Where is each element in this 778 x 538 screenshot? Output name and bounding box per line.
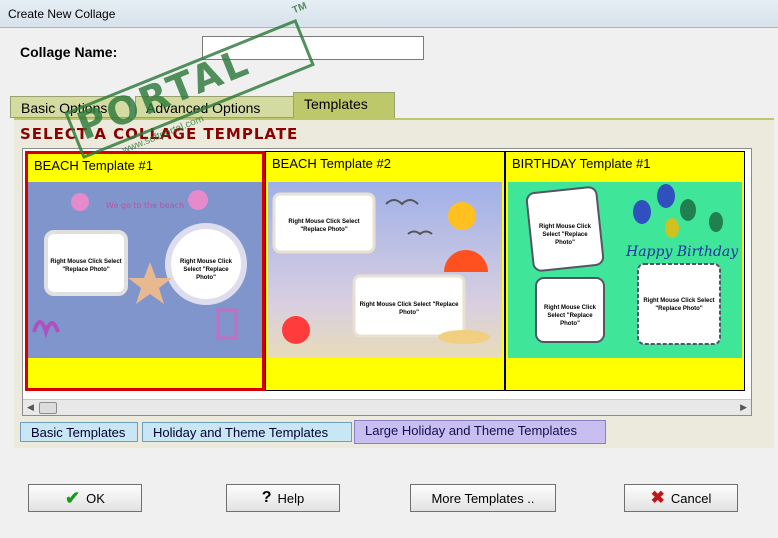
scroll-right-icon[interactable]: ▶ bbox=[740, 402, 747, 413]
template-title: BIRTHDAY Template #1 bbox=[512, 156, 651, 171]
photo-placeholder[interactable]: Right Mouse Click Select "Replace Photo" bbox=[356, 278, 462, 334]
template-title: BEACH Template #1 bbox=[34, 158, 153, 173]
photo-placeholder[interactable]: Right Mouse Click Select "Replace Photo" bbox=[640, 266, 718, 342]
cancel-button[interactable]: ✖ Cancel bbox=[624, 484, 738, 512]
ok-button[interactable]: ✔ OK bbox=[28, 484, 142, 512]
collage-name-label: Collage Name: bbox=[20, 44, 118, 60]
close-icon: ✖ bbox=[650, 488, 665, 507]
photo-placeholder[interactable]: Right Mouse Click Select "Replace Photo" bbox=[48, 234, 124, 292]
tab-basic-options[interactable]: Basic Options bbox=[10, 96, 130, 118]
tab-holiday-theme-templates[interactable]: Holiday and Theme Templates bbox=[142, 422, 352, 442]
template-card-beach-1[interactable]: BEACH Template #1 We go to the beach Rig… bbox=[25, 151, 265, 391]
scroll-left-icon[interactable]: ◀ bbox=[27, 402, 34, 413]
template-title: BEACH Template #2 bbox=[272, 156, 391, 171]
photo-placeholder[interactable]: Right Mouse Click Select "Replace Photo" bbox=[276, 196, 372, 250]
photo-placeholder[interactable]: Right Mouse Click Select "Replace Photo" bbox=[172, 230, 240, 298]
help-button[interactable]: ? Help bbox=[226, 484, 340, 512]
template-preview-beach-2: Right Mouse Click Select "Replace Photo"… bbox=[268, 182, 502, 358]
tab-templates[interactable]: Templates bbox=[293, 92, 395, 119]
checkmark-icon: ✔ bbox=[65, 487, 81, 508]
more-templates-button[interactable]: More Templates .. bbox=[410, 484, 556, 512]
template-card-birthday-1[interactable]: BIRTHDAY Template #1 Right Mouse Click S… bbox=[505, 151, 745, 391]
svg-text:We go to the beach: We go to the beach bbox=[106, 201, 184, 210]
question-icon: ? bbox=[261, 489, 272, 506]
template-card-beach-2[interactable]: BEACH Template #2 Right Mouse Click Sele… bbox=[265, 151, 505, 391]
photo-placeholder[interactable]: Right Mouse Click Select "Replace Photo" bbox=[532, 194, 598, 266]
template-preview-beach-1: We go to the beach Right Mouse Click Sel… bbox=[28, 182, 262, 358]
birthday-banner: Happy Birthday bbox=[626, 244, 739, 260]
template-preview-birthday-1: Right Mouse Click Select "Replace Photo"… bbox=[508, 182, 742, 358]
tab-large-holiday-theme-templates[interactable]: Large Holiday and Theme Templates bbox=[354, 420, 606, 444]
create-collage-dialog: Collage Name: Basic Options Advanced Opt… bbox=[0, 28, 778, 538]
template-gallery[interactable]: BEACH Template #1 We go to the beach Rig… bbox=[22, 148, 752, 416]
section-title: SELECT A COLLAGE TEMPLATE bbox=[20, 125, 299, 143]
tab-advanced-options[interactable]: Advanced Options bbox=[135, 96, 295, 118]
tab-basic-templates[interactable]: Basic Templates bbox=[20, 422, 138, 442]
scroll-thumb[interactable] bbox=[39, 402, 57, 414]
photo-placeholder[interactable]: Right Mouse Click Select "Replace Photo" bbox=[538, 280, 602, 340]
titlebar[interactable]: Create New Collage bbox=[0, 0, 778, 28]
gallery-horizontal-scrollbar[interactable]: ◀ ▶ bbox=[23, 399, 751, 415]
window-title: Create New Collage bbox=[8, 7, 116, 21]
collage-name-input[interactable] bbox=[202, 36, 424, 60]
